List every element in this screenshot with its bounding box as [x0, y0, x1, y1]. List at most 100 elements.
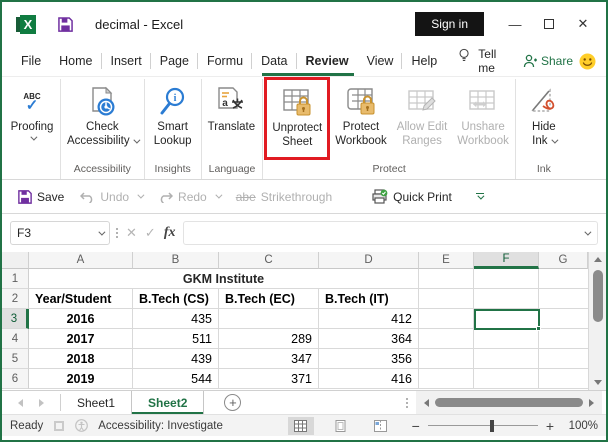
- col-header-c[interactable]: C: [219, 252, 319, 269]
- zoom-in-button[interactable]: +: [546, 418, 554, 434]
- cell-a3[interactable]: 2016: [29, 309, 133, 329]
- quick-print-button[interactable]: Quick Print: [366, 189, 458, 204]
- tell-me[interactable]: Tell me: [470, 46, 517, 76]
- cell-b3[interactable]: 435: [133, 309, 219, 329]
- macro-record-icon[interactable]: [53, 420, 65, 432]
- formula-bar-splitter[interactable]: [116, 228, 118, 238]
- hide-ink-button[interactable]: Hide Ink: [517, 79, 571, 162]
- row-header-4[interactable]: 4: [2, 329, 29, 349]
- cell-a1-merged-title[interactable]: GKM Institute: [29, 269, 419, 289]
- sheet-row-4[interactable]: 4 2017 511 289 364: [2, 329, 588, 349]
- accessibility-person-icon[interactable]: [75, 419, 89, 432]
- horizontal-scroll-thumb[interactable]: [435, 398, 583, 407]
- tab-help[interactable]: Help: [402, 46, 446, 76]
- add-sheet-button[interactable]: +: [224, 394, 242, 411]
- sheet-row-5[interactable]: 5 2018 439 347 356: [2, 349, 588, 369]
- minimize-button[interactable]: —: [498, 9, 532, 39]
- row-header-5[interactable]: 5: [2, 349, 29, 369]
- row-header-2[interactable]: 2: [2, 289, 29, 309]
- maximize-button[interactable]: [532, 9, 566, 39]
- cell-b4[interactable]: 511: [133, 329, 219, 349]
- feedback-smiley-icon[interactable]: [579, 46, 596, 76]
- cell-b2[interactable]: B.Tech (CS): [133, 289, 219, 309]
- scroll-up-arrow[interactable]: [593, 252, 602, 267]
- col-header-g[interactable]: G: [539, 252, 588, 269]
- cell-a2[interactable]: Year/Student: [29, 289, 133, 309]
- cell-b6[interactable]: 544: [133, 369, 219, 389]
- prev-sheet-arrow[interactable]: [18, 398, 23, 407]
- cell-b5[interactable]: 439: [133, 349, 219, 369]
- tab-home[interactable]: Home: [50, 46, 102, 76]
- col-header-a[interactable]: A: [29, 252, 133, 269]
- col-header-f-selected[interactable]: F: [474, 252, 539, 269]
- cell-a6[interactable]: 2019: [29, 369, 133, 389]
- save-button[interactable]: Save: [12, 190, 70, 204]
- cancel-icon[interactable]: ✕: [126, 225, 137, 241]
- tab-insert[interactable]: Insert: [102, 46, 152, 76]
- cell-c6[interactable]: 371: [219, 369, 319, 389]
- zoom-out-button[interactable]: −: [412, 418, 420, 434]
- tab-data[interactable]: Data: [252, 46, 303, 76]
- select-all-corner[interactable]: [2, 252, 29, 269]
- vertical-scroll-thumb[interactable]: [592, 270, 603, 322]
- name-box[interactable]: F3: [10, 221, 110, 245]
- page-break-view-button[interactable]: [368, 417, 394, 435]
- tab-file[interactable]: File: [12, 46, 50, 76]
- tab-page-layout[interactable]: Page: [151, 46, 199, 76]
- cell-d4[interactable]: 364: [319, 329, 419, 349]
- next-sheet-arrow[interactable]: [39, 398, 44, 407]
- status-accessibility[interactable]: Accessibility: Investigate: [98, 420, 223, 432]
- save-icon-titlebar[interactable]: [58, 16, 73, 32]
- cell-c4[interactable]: 289: [219, 329, 319, 349]
- cell-a4[interactable]: 2017: [29, 329, 133, 349]
- scroll-down-arrow[interactable]: [593, 375, 602, 390]
- cell-d2[interactable]: B.Tech (IT): [319, 289, 419, 309]
- vertical-scrollbar[interactable]: [588, 252, 606, 390]
- sheet-tab-sheet1[interactable]: Sheet1: [61, 391, 131, 414]
- col-header-d[interactable]: D: [319, 252, 419, 269]
- tab-formulas[interactable]: Formu: [198, 46, 253, 76]
- share-button[interactable]: Share: [517, 46, 579, 76]
- insert-function-icon[interactable]: fx: [164, 225, 176, 241]
- scroll-right-arrow[interactable]: [589, 398, 594, 407]
- cell-c5[interactable]: 347: [219, 349, 319, 369]
- sheet-tab-sheet2[interactable]: Sheet2: [131, 391, 205, 414]
- cell-d3[interactable]: 412: [319, 309, 419, 329]
- sheet-row-6[interactable]: 6 2019 544 371 416: [2, 369, 588, 389]
- smart-lookup-button[interactable]: i Smart Lookup: [146, 79, 200, 162]
- close-button[interactable]: ✕: [566, 9, 600, 39]
- formula-input[interactable]: [183, 221, 598, 245]
- check-accessibility-button[interactable]: Check Accessibility: [62, 79, 143, 162]
- sheet-row-2[interactable]: 2 Year/Student B.Tech (CS) B.Tech (EC) B…: [2, 289, 588, 309]
- row-header-1[interactable]: 1: [2, 269, 29, 289]
- zoom-slider[interactable]: [427, 419, 538, 432]
- protect-workbook-button[interactable]: Protect Workbook: [330, 79, 392, 162]
- cell-c2[interactable]: B.Tech (EC): [219, 289, 319, 309]
- sign-in-button[interactable]: Sign in: [415, 12, 484, 36]
- tabbar-splitter[interactable]: [406, 397, 408, 408]
- cell-a5[interactable]: 2018: [29, 349, 133, 369]
- cell-d5[interactable]: 356: [319, 349, 419, 369]
- selection-box-f3[interactable]: [474, 309, 541, 331]
- normal-view-button[interactable]: [287, 416, 314, 435]
- horizontal-scrollbar[interactable]: [416, 391, 602, 414]
- customize-qat-button[interactable]: [475, 192, 485, 201]
- sheet-row-1[interactable]: 1 GKM Institute: [2, 269, 588, 289]
- col-header-e[interactable]: E: [419, 252, 474, 269]
- col-header-b[interactable]: B: [133, 252, 219, 269]
- cell-d6[interactable]: 416: [319, 369, 419, 389]
- scroll-left-arrow[interactable]: [424, 398, 429, 407]
- row-header-6[interactable]: 6: [2, 369, 29, 389]
- proofing-button[interactable]: ABC ✓ Proofing: [5, 79, 59, 162]
- formula-bar-expand-icon[interactable]: [584, 228, 592, 236]
- fill-handle[interactable]: [536, 326, 541, 331]
- tab-review[interactable]: Review: [297, 46, 358, 76]
- row-header-3-selected[interactable]: 3: [2, 309, 29, 329]
- translate-button[interactable]: a Translate: [203, 79, 261, 162]
- cell-c3[interactable]: [219, 309, 319, 329]
- tab-view[interactable]: View: [358, 46, 403, 76]
- unprotect-sheet-button[interactable]: Unprotect Sheet: [267, 80, 327, 157]
- enter-check-icon[interactable]: ✓: [145, 225, 156, 241]
- zoom-slider-thumb[interactable]: [489, 419, 494, 432]
- page-layout-view-button[interactable]: [328, 417, 354, 435]
